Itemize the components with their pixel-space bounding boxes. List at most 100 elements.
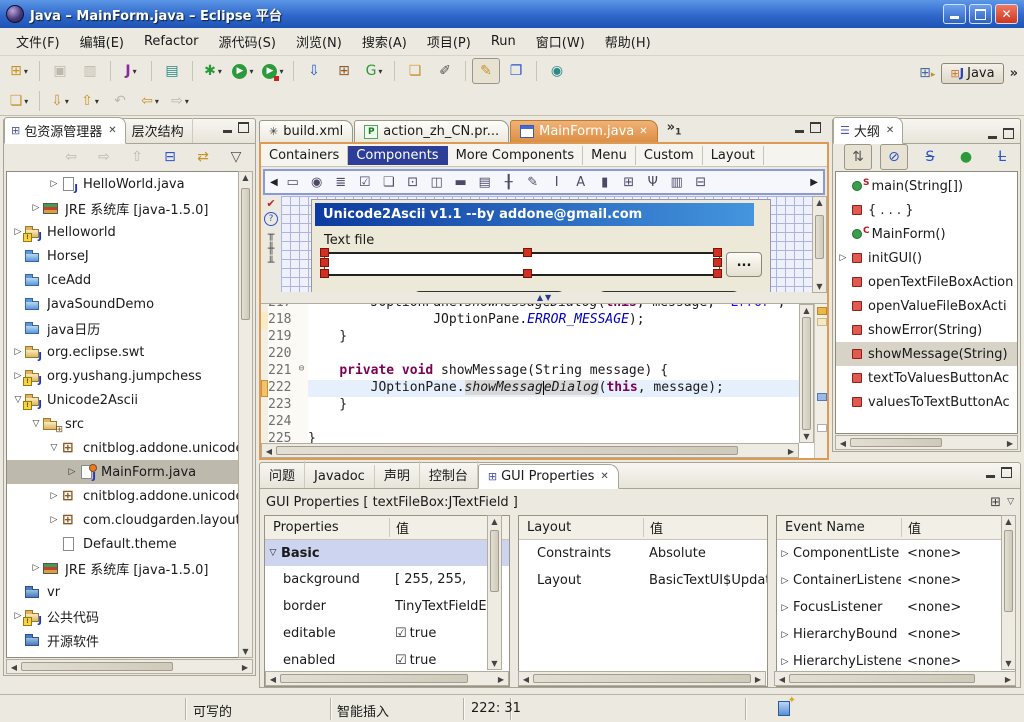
search-button[interactable]: ✐ <box>431 58 459 84</box>
tree-item[interactable]: ▷⊞com.cloudgarden.layout <box>7 508 252 532</box>
new-wizard-button[interactable]: ⊞▾ <box>5 58 33 84</box>
view-tab[interactable]: 层次结构 <box>126 118 193 143</box>
property-group-row[interactable]: ▽Basic <box>265 540 509 566</box>
align-top-icon[interactable]: ╥ <box>268 229 275 240</box>
tree-expander-icon[interactable]: ▷ <box>29 203 43 213</box>
maximize-editor-icon[interactable] <box>810 122 821 133</box>
tree-expander-icon[interactable]: ▷ <box>836 253 850 263</box>
outline-item[interactable]: Smain(String[]) <box>836 174 1017 198</box>
designer-select-icon[interactable]: ✔ <box>266 198 275 209</box>
palette-tree-icon[interactable]: Ψ <box>641 175 665 190</box>
palette-toggle-button-icon[interactable]: ▬ <box>449 175 473 190</box>
palette-split-pane-icon[interactable]: ╂ <box>497 175 521 190</box>
palette-scroll-pane-icon[interactable]: ⊟ <box>689 175 713 190</box>
align-bottom-icon[interactable]: ╨ <box>268 257 275 268</box>
menu-item[interactable]: 文件(F) <box>6 29 70 54</box>
palette-tab[interactable]: More Components <box>448 146 584 165</box>
editor-tab[interactable]: ✳build.xml <box>259 120 353 142</box>
tree-expander-icon[interactable]: ▷ <box>777 630 793 640</box>
palette-button-icon[interactable]: ▭ <box>281 175 305 190</box>
palette-scroll-right-icon[interactable]: ▶ <box>807 177 821 188</box>
outline-item[interactable]: valuesToTextButtonAc <box>836 390 1017 414</box>
palette-tab[interactable]: Menu <box>583 146 636 165</box>
view-tab[interactable]: 声明 <box>375 461 420 488</box>
tree-item[interactable]: Default.theme <box>7 532 252 556</box>
palette-tab[interactable]: Components <box>348 146 447 165</box>
selection-handle[interactable] <box>713 248 722 257</box>
java-code-editor[interactable]: 217 JOptionPane.showMessageDialog(this, … <box>261 303 827 458</box>
tree-expander-icon[interactable]: ▷ <box>777 657 793 667</box>
outline-horizontal-scrollbar[interactable]: ◀▶ <box>835 435 1018 450</box>
annotation-marker[interactable] <box>817 318 827 326</box>
open-type-button[interactable]: G▾ <box>360 58 388 84</box>
run-button[interactable]: ▶▾ <box>229 58 257 84</box>
menu-item[interactable]: Refactor <box>134 31 209 52</box>
property-row[interactable]: ▷HierarchyBound<none> <box>777 621 1015 648</box>
tree-item[interactable]: ▷J!公共代码 <box>7 604 252 628</box>
tree-item[interactable]: ▷JMainForm.java <box>7 460 252 484</box>
tree-expander-icon[interactable]: ▷ <box>11 347 25 357</box>
view-tab[interactable]: ⊞GUI Properties✕ <box>478 464 619 489</box>
designer-vertical-scrollbar[interactable]: ▲▼ <box>812 196 827 293</box>
properties-vertical-scrollbar[interactable]: ▲▼ <box>487 515 502 670</box>
palette-progress-bar-icon[interactable]: ▮ <box>593 175 617 190</box>
palette-text-pane-icon[interactable]: ▤ <box>473 175 497 190</box>
property-row[interactable]: ▷ContainerListene<none> <box>777 567 1015 594</box>
open-resource-button[interactable]: ❏ <box>401 58 429 84</box>
more-editors-chevron[interactable]: »1 <box>667 120 682 142</box>
editor-horizontal-scrollbar[interactable]: ◀▶ <box>261 443 799 458</box>
tree-item[interactable]: HorseJ <box>7 244 252 268</box>
minimize-view-icon[interactable] <box>988 128 997 139</box>
tree-item[interactable]: ▷JRE 系统库 [java-1.5.0] <box>7 196 252 220</box>
menu-item[interactable]: 项目(P) <box>417 29 481 54</box>
minimize-button[interactable] <box>943 4 966 24</box>
hide-static-button[interactable]: S <box>916 144 944 170</box>
open-perspective-icon[interactable]: ⊞▸ <box>919 65 935 81</box>
tree-item[interactable]: ▷JHelloWorld.java <box>7 172 252 196</box>
selection-handle[interactable] <box>320 248 329 257</box>
tree-item[interactable]: ▷Jorg.eclipse.swt <box>7 340 252 364</box>
outline-item[interactable]: openTextFileBoxAction <box>836 270 1017 294</box>
tree-item[interactable]: ▷J!Helloworld <box>7 220 252 244</box>
outline-item[interactable]: ▷initGUI() <box>836 246 1017 270</box>
sash-down-icon[interactable]: ▼ <box>545 293 551 302</box>
table-layout-icon[interactable]: ⊞ <box>990 495 1001 510</box>
form-browse-button[interactable]: ... <box>726 252 762 277</box>
maximize-view-icon[interactable] <box>1003 128 1014 139</box>
editor-vertical-scrollbar[interactable]: ▲▼ <box>799 304 814 443</box>
tree-item[interactable]: vr <box>7 580 252 604</box>
outline-item[interactable]: showMessage(String) <box>836 342 1017 366</box>
designer-code-sash[interactable]: ▲▼ <box>261 292 827 303</box>
hide-nonpublic-button[interactable]: ● <box>952 144 980 170</box>
palette-checkbox-icon[interactable]: ☑ <box>353 175 377 190</box>
tree-expander-icon[interactable]: ▷ <box>777 549 793 559</box>
property-row[interactable]: borderTinyTextFieldE <box>265 593 509 620</box>
tree-expander-icon[interactable]: ▷ <box>65 467 79 477</box>
menu-item[interactable]: 窗口(W) <box>526 29 595 54</box>
minimize-view-icon[interactable] <box>986 467 995 478</box>
view-tab[interactable]: 控制台 <box>420 461 478 488</box>
menu-item[interactable]: 浏览(N) <box>286 29 352 54</box>
property-row[interactable]: LayoutBasicTextUI$Updat <box>519 567 767 594</box>
designer-canvas[interactable]: Unicode2Ascii v1.1 --by addone@gmail.com… <box>281 196 827 292</box>
annotation-marker[interactable] <box>817 307 827 315</box>
outline-item[interactable]: { . . . } <box>836 198 1017 222</box>
palette-table-icon[interactable]: ⊞ <box>617 175 641 190</box>
view-menu-button[interactable]: ▽ <box>222 144 250 170</box>
property-row[interactable]: ConstraintsAbsolute <box>519 540 767 567</box>
progress-jobs-icon[interactable] <box>778 701 790 716</box>
previous-annotation-button[interactable]: ⇧▾ <box>76 88 104 114</box>
palette-combo-box-icon[interactable]: ◫ <box>425 175 449 190</box>
checkbox-checked-icon[interactable]: ☑ <box>395 626 407 641</box>
selection-handle[interactable] <box>320 258 329 267</box>
fold-collapse-icon[interactable]: ⊖ <box>295 363 308 380</box>
palette-tab[interactable]: Layout <box>703 146 764 165</box>
annotation-marker[interactable] <box>817 424 827 432</box>
new-java-project-button[interactable]: ⇩ <box>300 58 328 84</box>
collapse-all-button[interactable]: ⊟ <box>156 144 184 170</box>
minimize-editor-icon[interactable] <box>795 122 804 133</box>
tree-expander-icon[interactable]: ▷ <box>47 179 61 189</box>
menu-item[interactable]: Run <box>481 31 526 52</box>
checkbox-checked-icon[interactable]: ☑ <box>395 653 407 668</box>
view-tab[interactable]: 问题 <box>260 461 305 488</box>
